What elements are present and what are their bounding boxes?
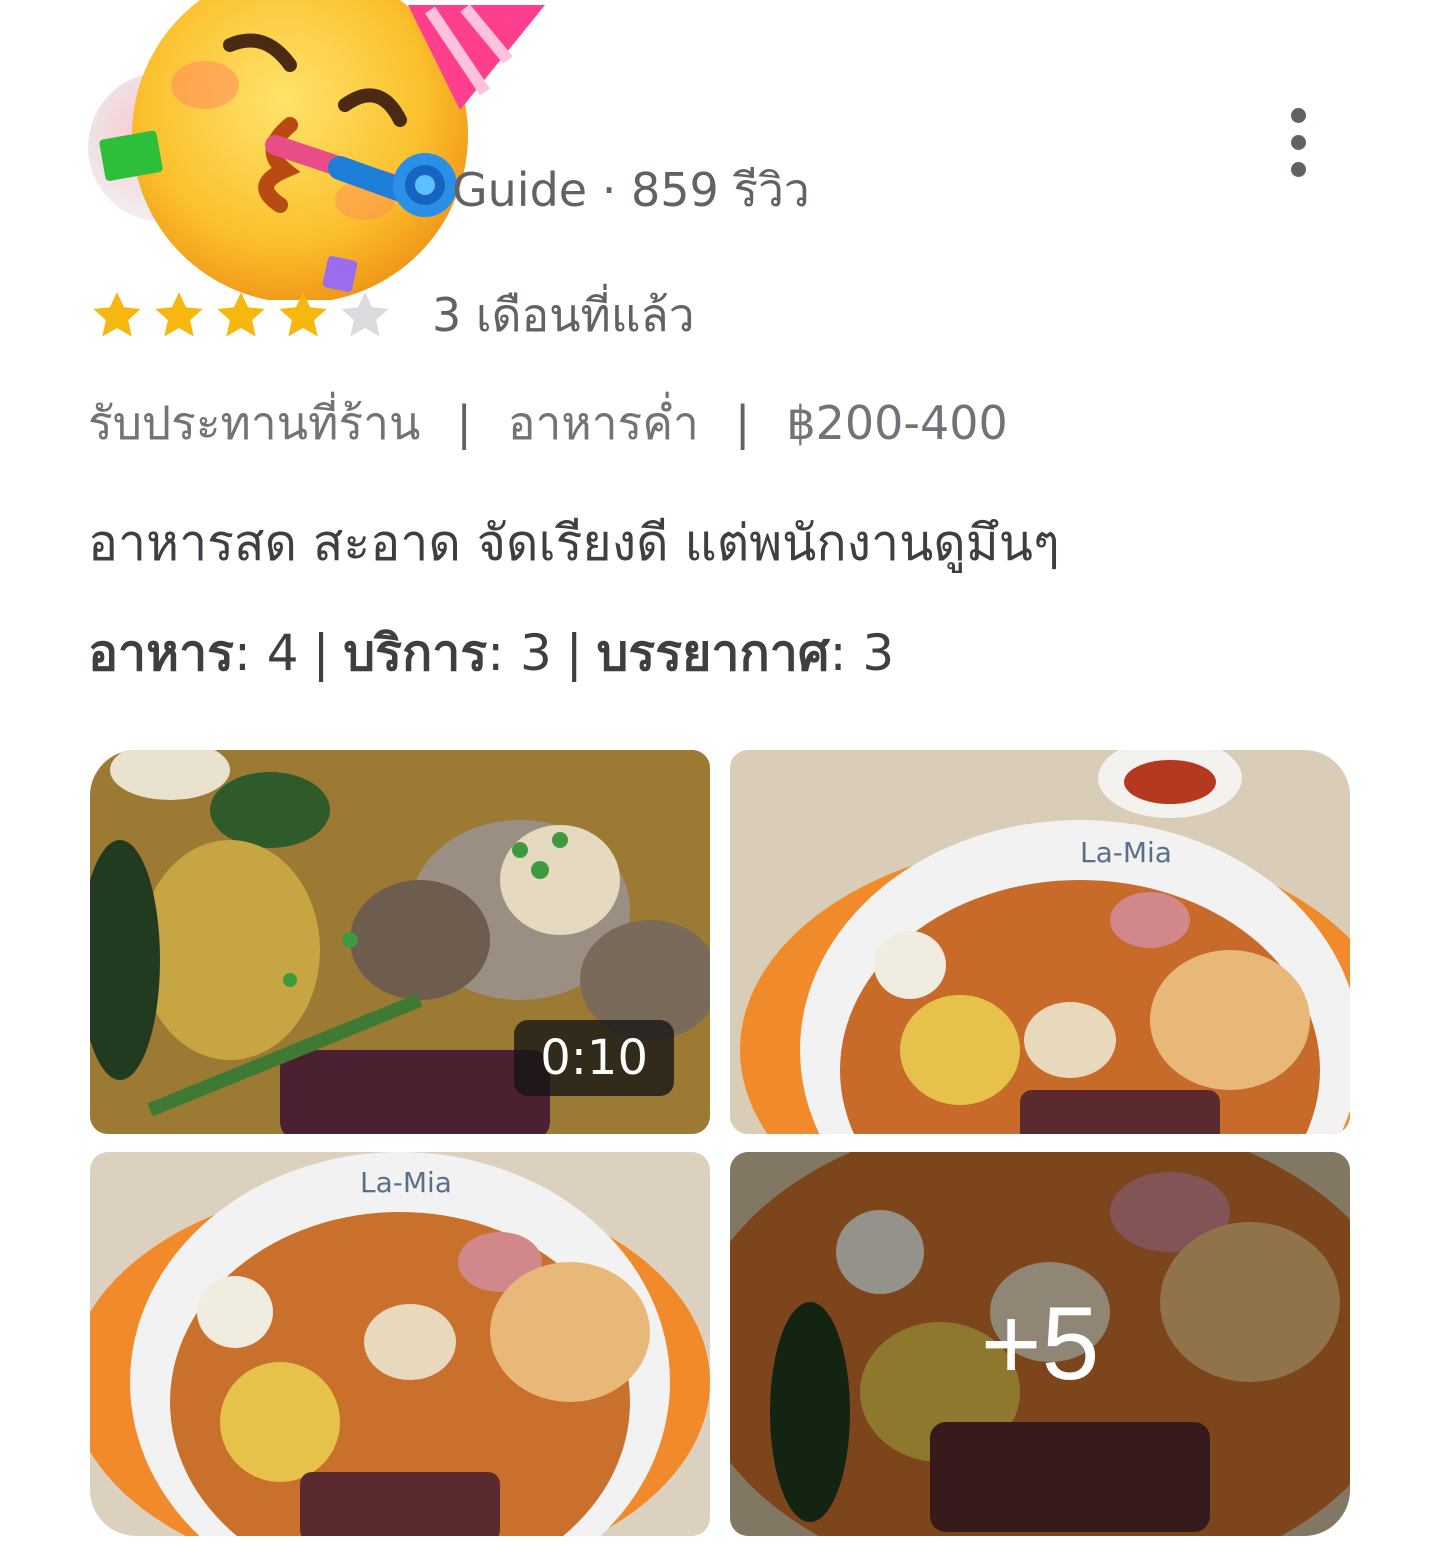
chip-meal-type: อาหารค่ำ [507,395,699,450]
sub-ratings: อาหาร: 4 | บริการ: 3 | บรรยากาศ: 3 [88,624,895,682]
more-photos-count: +5 [980,1285,1100,1402]
chip-service-type: รับประทานที่ร้าน [88,395,421,450]
subrating-label-atmosphere: บรรยากาศ [596,624,830,682]
review-video-thumbnail[interactable]: 0:10 [90,750,710,1134]
star-icon [155,292,203,337]
star-icon [341,292,389,337]
rating-row: 3 เดือนที่แล้ว [88,282,695,348]
video-duration-badge: 0:10 [514,1020,674,1096]
chip-separator: | [456,396,472,450]
star-icon [217,292,265,337]
review-time: 3 เดือนที่แล้ว [432,287,695,342]
bowl-brand-label: La-Mia [1080,836,1172,869]
star-icon [279,292,327,337]
subrating-value-service: 3 [519,624,552,682]
visit-details: รับประทานที่ร้าน | อาหารค่ำ | ฿200-400 [88,390,1008,456]
bowl-brand-label: La-Mia [360,1166,452,1199]
review-photo-3[interactable]: La-Mia [90,1152,710,1536]
subrating-label-food: อาหาร [88,624,234,682]
star-rating [88,286,402,344]
review-text: อาหารสด สะอาด จัดเรียงดี แต่พนักงานดูมึน… [88,514,1060,572]
subrating-label-service: บริการ [343,624,488,682]
noodle-bowl-image: La-Mia [90,1152,710,1536]
subrating-value-atmosphere: 3 [862,624,895,682]
author-review-count: Guide · 859 รีวิว [452,163,810,217]
subrating-value-food: 4 [266,624,299,682]
star-icon [93,292,141,337]
party-face-emoji-icon [99,0,545,300]
more-options-button[interactable] [1270,100,1326,184]
more-vert-icon [1290,107,1306,123]
chip-price-range: ฿200-400 [786,396,1008,450]
noodle-bowl-image: La-Mia [730,750,1350,1134]
review-photo-more[interactable]: +5 [730,1152,1350,1536]
review-photo-2[interactable]: La-Mia [730,750,1350,1134]
chip-separator: | [734,396,751,450]
